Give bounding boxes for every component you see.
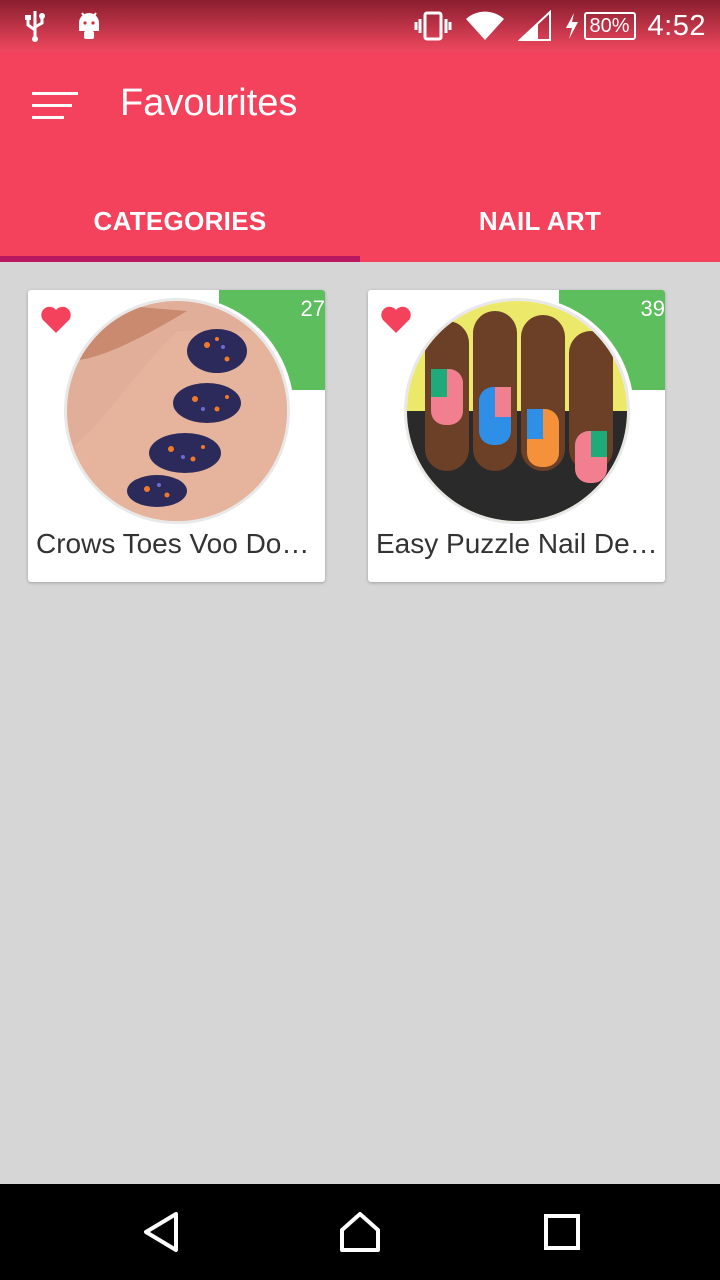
recents-icon[interactable] — [540, 1210, 584, 1254]
signal-icon — [517, 10, 551, 41]
nail-photo — [404, 298, 630, 524]
home-icon[interactable] — [338, 1210, 382, 1254]
favourite-card[interactable]: 27 Crows Toes Voo Doo — [28, 290, 325, 582]
count-badge-label: 27 — [300, 296, 325, 321]
favourite-card[interactable]: 39 Easy Puzzle Nail Design — [368, 290, 665, 582]
count-badge-label: 39 — [640, 296, 665, 321]
tab-label: NAIL ART — [478, 205, 602, 236]
charging-icon — [565, 13, 578, 39]
tab-bar: CATEGORIES NAIL ART — [0, 180, 720, 262]
heart-icon[interactable] — [380, 306, 412, 334]
battery-level: 80% — [583, 12, 636, 40]
page-title: Favourites — [120, 82, 298, 124]
heart-icon[interactable] — [40, 306, 72, 334]
status-bar: 80% 4:52 — [0, 0, 720, 52]
system-nav-bar — [0, 1184, 720, 1280]
vibrate-icon — [414, 11, 452, 41]
card-title: Easy Puzzle Nail Design — [376, 528, 660, 559]
app-bar: Favourites CATEGORIES NAIL ART — [0, 52, 720, 262]
status-time: 4:52 — [647, 9, 706, 42]
nail-photo — [64, 298, 290, 524]
usb-icon — [25, 11, 45, 42]
android-icon — [79, 12, 99, 39]
hamburger-menu-button[interactable] — [30, 88, 82, 124]
tab-categories[interactable]: CATEGORIES — [0, 180, 360, 262]
tab-label: CATEGORIES — [93, 205, 267, 236]
back-icon[interactable] — [140, 1210, 184, 1254]
wifi-icon — [465, 11, 504, 40]
tab-nail-art[interactable]: NAIL ART — [360, 180, 720, 262]
hamburger-icon — [32, 92, 78, 119]
card-title: Crows Toes Voo Doo Nails — [36, 528, 320, 559]
